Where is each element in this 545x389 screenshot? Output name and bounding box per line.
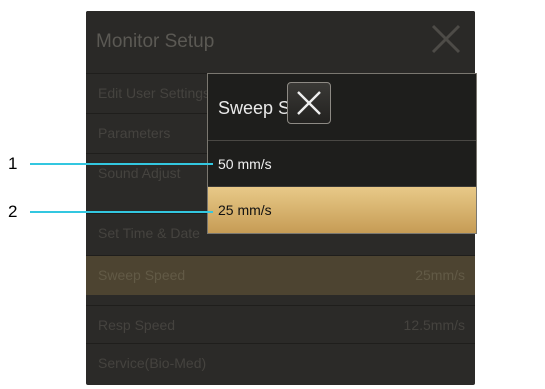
callout-number-1: 1 [8, 154, 18, 173]
callout-line-2 [30, 211, 213, 213]
menu-item-label: Edit User Settings [98, 85, 211, 101]
option-50-mm-s[interactable]: 50 mm/s [208, 141, 476, 187]
option-label: 25 mm/s [218, 202, 272, 218]
sweep-speed-popup: Sweep Speed 50 mm/s 25 mm/s [207, 73, 477, 234]
popup-close-button[interactable] [287, 82, 331, 124]
menu-item-label: Set Time & Date [98, 225, 200, 241]
close-icon [297, 91, 321, 115]
monitor-setup-title: Monitor Setup [96, 31, 215, 52]
callout-number-2: 2 [8, 202, 18, 221]
callout-line-1 [30, 163, 213, 165]
menu-item-label: Parameters [98, 125, 171, 141]
option-25-mm-s[interactable]: 25 mm/s [208, 187, 476, 233]
menu-item-label: Resp Speed [98, 317, 176, 333]
menu-item-label: Service(Bio-Med) [98, 355, 207, 371]
menu-item-service-bio-med: Service(Bio-Med) [86, 343, 475, 383]
option-label: 50 mm/s [218, 156, 272, 172]
menu-item-resp-speed: Resp Speed 12.5mm/s [86, 305, 475, 345]
monitor-setup-title-bar: Monitor Setup [86, 11, 475, 73]
menu-item-value: 12.5mm/s [403, 317, 465, 333]
close-icon [427, 20, 465, 58]
menu-item-label: Sound Adjust [98, 165, 181, 181]
menu-item-label: Sweep Speed [98, 267, 186, 283]
menu-item-value: 25mm/s [415, 267, 465, 283]
menu-item-sweep-speed: Sweep Speed 25mm/s [86, 255, 475, 295]
